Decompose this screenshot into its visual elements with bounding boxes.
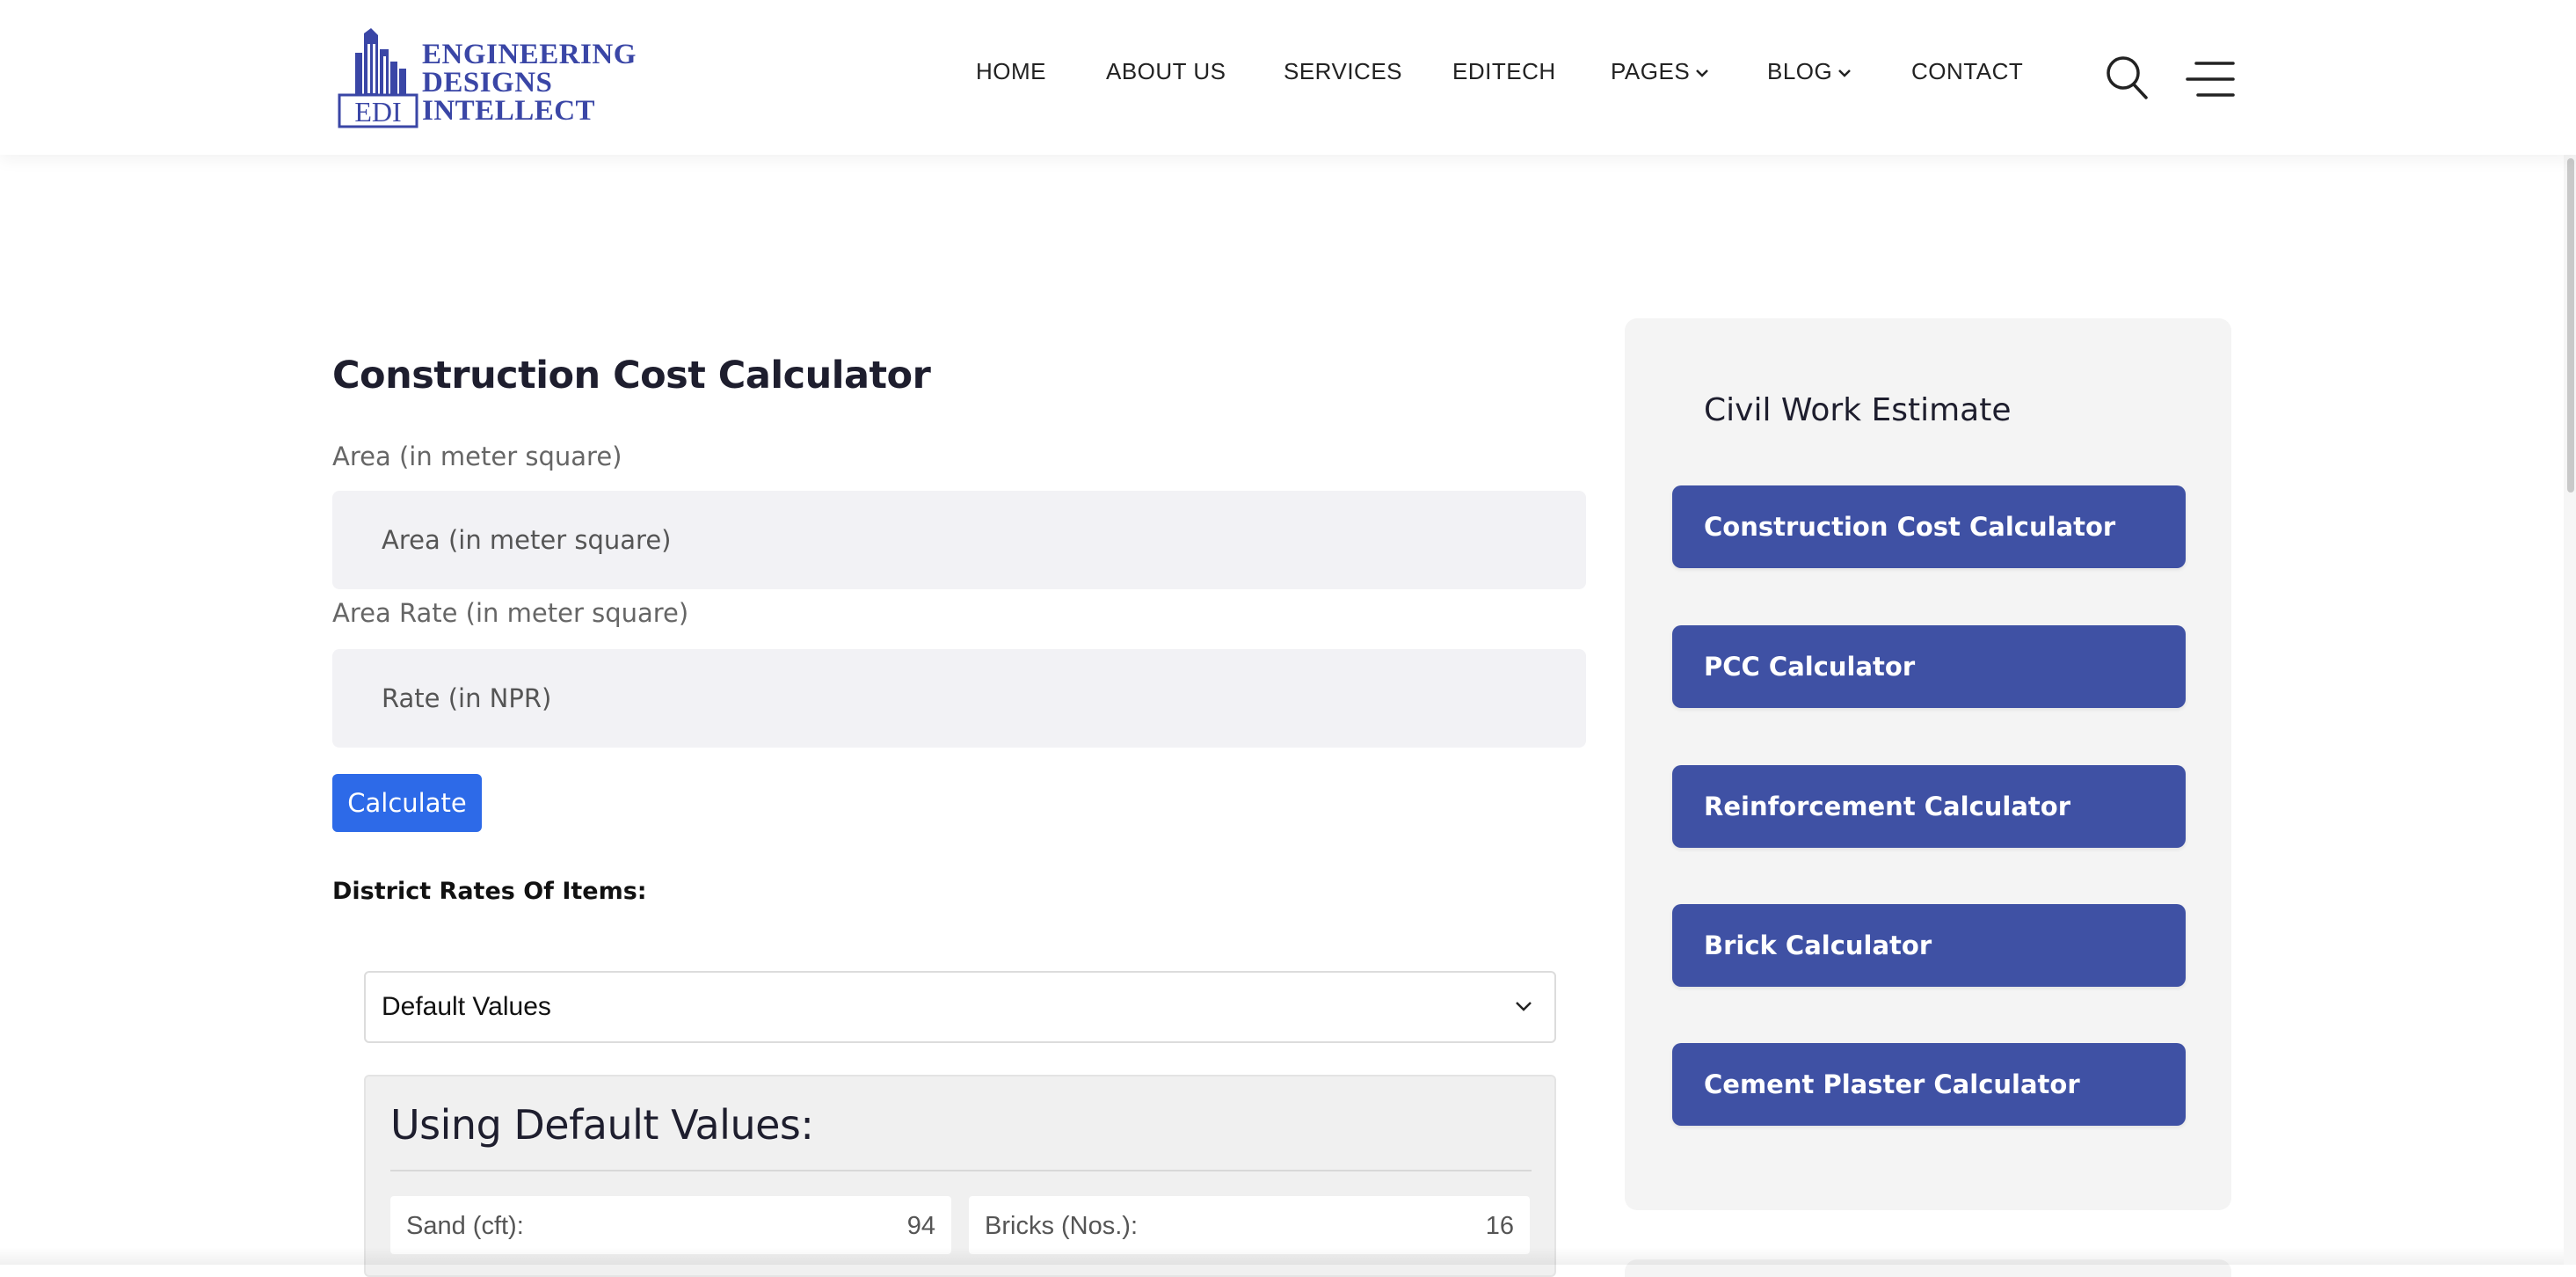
nav-label: SERVICES bbox=[1284, 58, 1403, 84]
sidebar-item-brick-calculator[interactable]: Brick Calculator bbox=[1672, 904, 2186, 987]
logo-line: DESIGNS bbox=[422, 67, 553, 99]
sidebar-item-reinforcement-calculator[interactable]: Reinforcement Calculator bbox=[1672, 765, 2186, 848]
nav-label: HOME bbox=[976, 58, 1046, 84]
sidebar-title: Civil Work Estimate bbox=[1704, 392, 2012, 428]
sidebar-item-construction-cost-calculator[interactable]: Construction Cost Calculator bbox=[1672, 485, 2186, 568]
rate-input[interactable] bbox=[332, 649, 1586, 748]
building-logo-icon: EDI bbox=[338, 28, 418, 128]
sidebar-item-label: Cement Plaster Calculator bbox=[1704, 1069, 2080, 1099]
nav-item-pages[interactable]: PAGES bbox=[1611, 58, 1709, 85]
nav-label: ABOUT US bbox=[1106, 58, 1226, 84]
logo-line: INTELLECT bbox=[422, 95, 596, 127]
sidebar-item-pcc-calculator[interactable]: PCC Calculator bbox=[1672, 625, 2186, 708]
scrollbar-thumb[interactable] bbox=[2567, 158, 2574, 493]
civil-work-sidebar: Civil Work Estimate Construction Cost Ca… bbox=[1625, 318, 2231, 1210]
sidebar-item-label: Construction Cost Calculator bbox=[1704, 512, 2116, 542]
nav-label: PAGES bbox=[1611, 58, 1691, 84]
default-value-number: 94 bbox=[906, 1212, 935, 1240]
area-input[interactable] bbox=[332, 491, 1586, 589]
nav-item-blog[interactable]: BLOG bbox=[1767, 58, 1852, 85]
nav-item-services[interactable]: SERVICES bbox=[1284, 58, 1402, 85]
area-label: Area (in meter square) bbox=[332, 441, 622, 471]
district-rates-label: District Rates Of Items: bbox=[332, 878, 647, 905]
chevron-down-icon bbox=[1838, 69, 1852, 77]
sidebar-item-cement-plaster-calculator[interactable]: Cement Plaster Calculator bbox=[1672, 1043, 2186, 1126]
district-select[interactable]: Default Values bbox=[364, 971, 1556, 1043]
sidebar-item-label: Reinforcement Calculator bbox=[1704, 792, 2071, 821]
default-value-sand: Sand (cft): 94 bbox=[390, 1196, 951, 1254]
nav-item-about-us[interactable]: ABOUT US bbox=[1106, 58, 1226, 85]
nav-item-editech[interactable]: EDITECH bbox=[1452, 58, 1556, 85]
nav-item-home[interactable]: HOME bbox=[976, 58, 1046, 85]
sidebar-item-label: Brick Calculator bbox=[1704, 930, 1932, 960]
page-title: Construction Cost Calculator bbox=[332, 354, 931, 398]
calculate-button[interactable]: Calculate bbox=[332, 774, 482, 832]
district-select-value: Default Values bbox=[382, 992, 551, 1021]
chevron-down-icon bbox=[1516, 1002, 1532, 1011]
logo-wordmark: ENGINEERING DESIGNS INTELLECT bbox=[422, 39, 637, 127]
site-logo[interactable]: EDI ENGINEERING DESIGNS INTELLECT bbox=[338, 26, 637, 128]
site-header: EDI ENGINEERING DESIGNS INTELLECT HOME A… bbox=[0, 0, 2576, 155]
sidebar-item-label: PCC Calculator bbox=[1704, 652, 1916, 682]
default-value-bricks: Bricks (Nos.): 16 bbox=[969, 1196, 1530, 1254]
logo-line: ENGINEERING bbox=[422, 39, 637, 70]
divider bbox=[390, 1170, 1532, 1171]
logo-monogram: EDI bbox=[354, 96, 401, 128]
rate-label: Area Rate (in meter square) bbox=[332, 598, 689, 628]
default-value-label: Sand (cft): bbox=[406, 1212, 524, 1240]
nav-item-contact[interactable]: CONTACT bbox=[1911, 58, 2023, 85]
viewport-bottom-shadow bbox=[0, 1247, 2576, 1265]
search-icon[interactable] bbox=[2105, 55, 2149, 100]
nav-label: CONTACT bbox=[1911, 58, 2024, 84]
nav-label: BLOG bbox=[1767, 58, 1833, 84]
hamburger-menu-icon[interactable] bbox=[2186, 60, 2235, 99]
default-values-title: Using Default Values: bbox=[390, 1101, 814, 1149]
nav-label: EDITECH bbox=[1452, 58, 1556, 84]
chevron-down-icon bbox=[1696, 69, 1709, 77]
default-value-label: Bricks (Nos.): bbox=[985, 1212, 1138, 1240]
default-value-number: 16 bbox=[1485, 1212, 1514, 1240]
